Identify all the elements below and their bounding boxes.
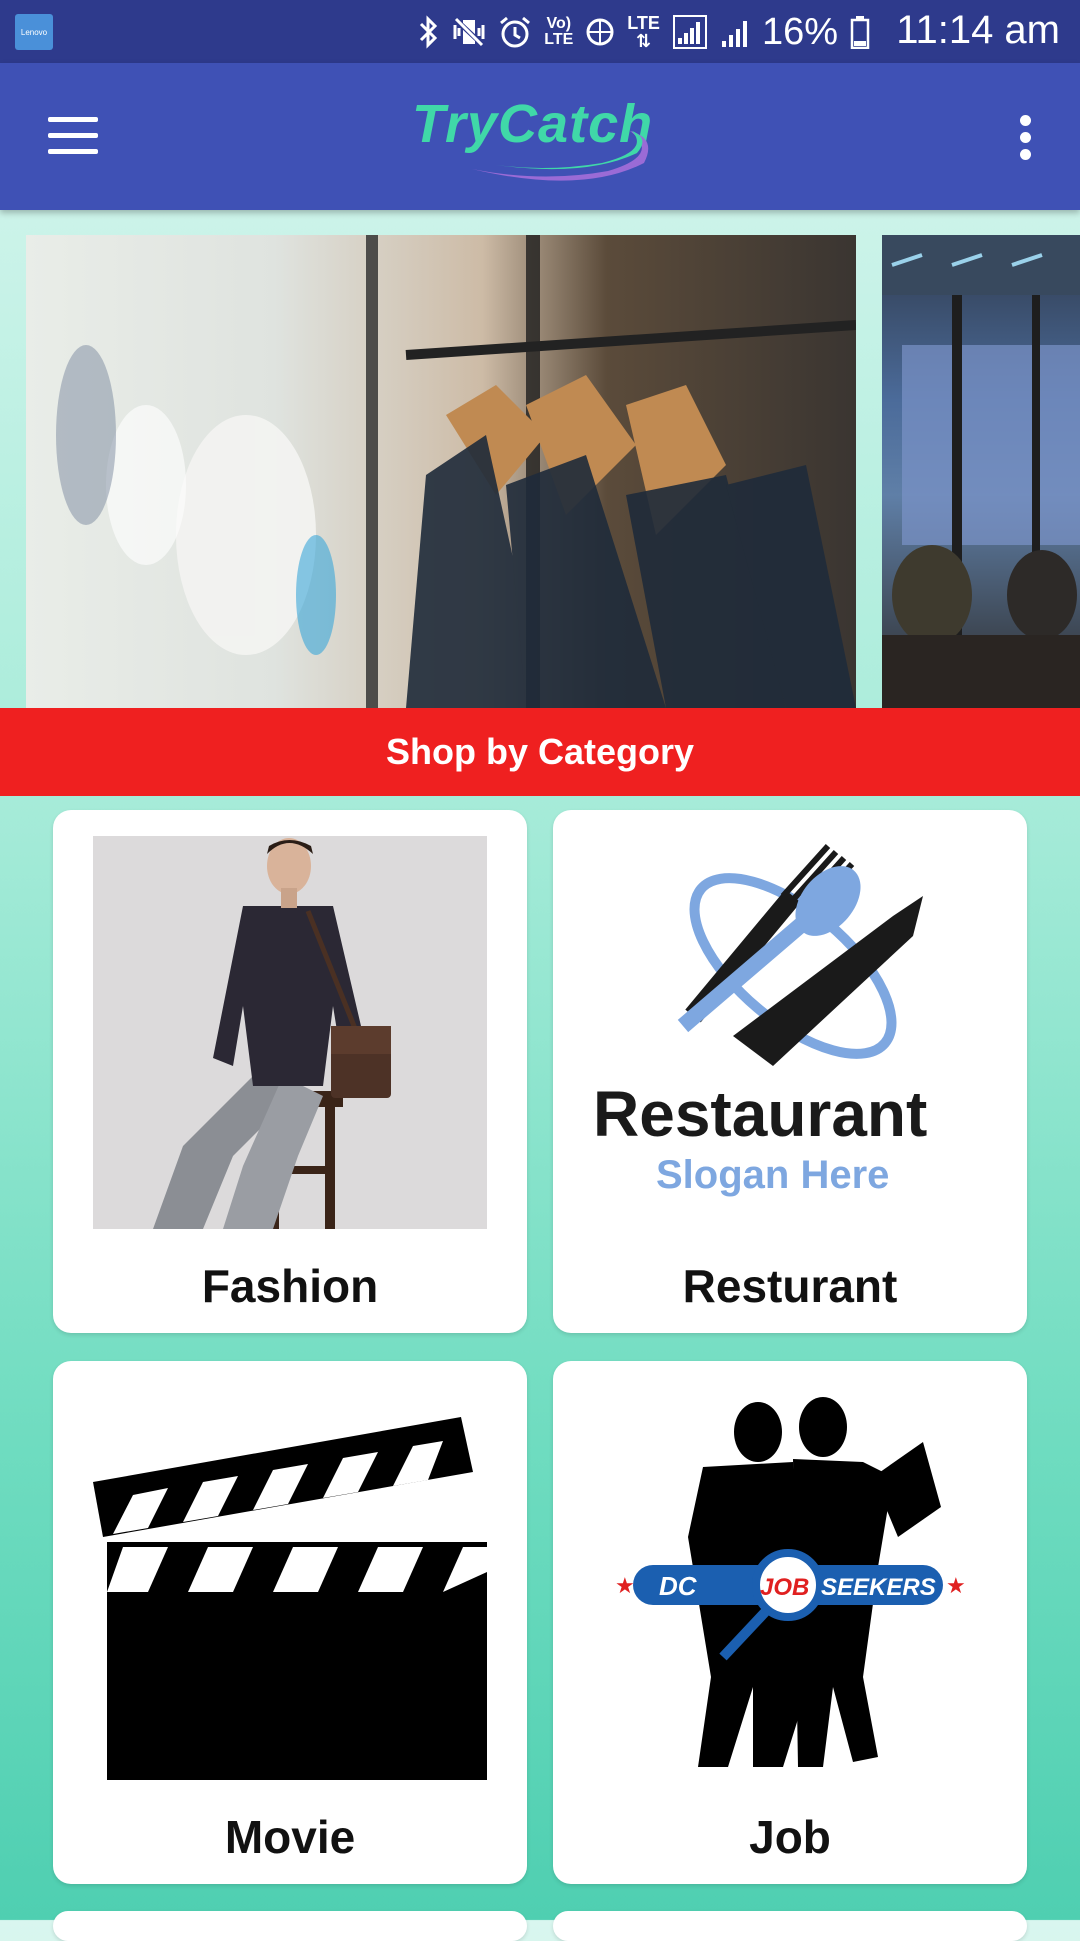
bluetooth-icon — [418, 15, 440, 49]
more-vert-icon[interactable] — [1018, 115, 1032, 161]
clock: 11:14 am — [896, 8, 1060, 52]
category-label: Movie — [224, 1811, 356, 1863]
fashion-image — [93, 836, 487, 1229]
app-bar: TryCatch — [0, 63, 1080, 210]
job-logo-job: JOB — [760, 1574, 809, 1601]
svg-text:★: ★ — [946, 1573, 966, 1598]
restaurant-logo-image: Restaurant Slogan Here — [593, 836, 987, 1229]
clothing-rack-slide[interactable] — [26, 235, 856, 708]
category-label: Job — [749, 1811, 831, 1863]
hamburger-menu-icon[interactable] — [48, 117, 98, 157]
category-card-movie[interactable]: Movie — [53, 1361, 527, 1884]
data-saver-icon — [585, 17, 615, 47]
battery-icon — [850, 15, 870, 49]
shop-by-category-banner: Shop by Category — [0, 708, 1080, 796]
signal-icon — [672, 14, 708, 50]
image-carousel[interactable] — [0, 235, 1080, 708]
volte-icon: Vo) LTE — [544, 15, 574, 48]
job-logo-dc: DC — [659, 1571, 698, 1601]
category-card-fashion[interactable]: Fashion — [53, 810, 527, 1333]
alarm-icon — [498, 15, 532, 49]
restaurant-logo-title: Restaurant — [593, 1078, 927, 1150]
category-card-job[interactable]: DC JOB SEEKERS ★ ★ Job — [553, 1361, 1027, 1884]
svg-text:★: ★ — [615, 1573, 635, 1598]
vibrate-icon — [452, 16, 486, 48]
category-label: Fashion — [201, 1260, 379, 1312]
lenovo-badge: Lenovo — [15, 14, 53, 50]
logo-swoosh-icon — [472, 131, 649, 181]
job-seekers-logo-image: DC JOB SEEKERS ★ ★ — [593, 1387, 987, 1780]
restaurant-logo-slogan: Slogan Here — [656, 1153, 889, 1197]
status-bar: Lenovo Vo) LTE LTE ⇅ 16% 11:14 am — [0, 0, 1080, 63]
signal-icon-2 — [720, 15, 750, 49]
job-logo-seekers: SEEKERS — [821, 1574, 936, 1601]
category-card-restaurant[interactable]: Restaurant Slogan Here Resturant — [553, 810, 1027, 1333]
status-icons: Vo) LTE LTE ⇅ 16% — [418, 10, 870, 54]
category-card-partial[interactable] — [553, 1911, 1027, 1941]
category-label: Resturant — [682, 1260, 898, 1312]
section-title: Shop by Category — [385, 731, 695, 772]
clapperboard-icon — [93, 1387, 487, 1780]
lte-icon: LTE ⇅ — [627, 13, 660, 51]
category-card-partial[interactable] — [53, 1911, 527, 1941]
trycatch-logo: TryCatch — [412, 83, 672, 193]
battery-percent: 16% — [761, 10, 838, 53]
restaurant-interior-slide[interactable] — [882, 235, 1080, 708]
